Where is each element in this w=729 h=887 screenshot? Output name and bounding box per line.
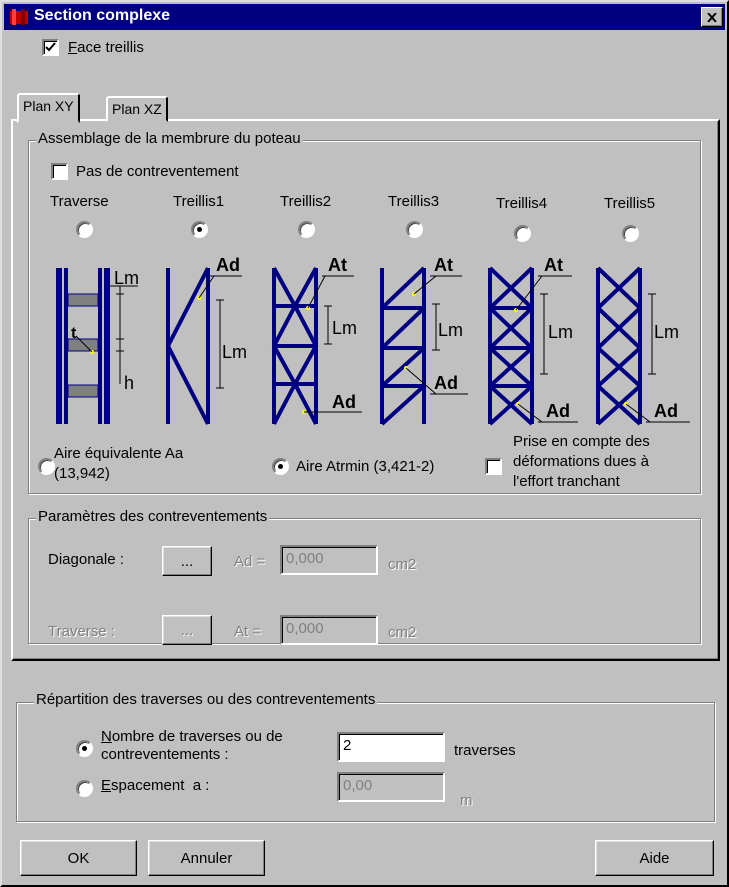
nombre-line1: Nombre de traverses ou de xyxy=(101,728,283,745)
annuler-button[interactable]: Annuler xyxy=(148,840,265,876)
radio-treillis4[interactable] xyxy=(514,225,531,242)
svg-text:Lm: Lm xyxy=(222,342,247,362)
radio-nombre[interactable] xyxy=(76,740,93,757)
traverse-browse-button[interactable]: ... xyxy=(162,615,212,645)
diagram-traverse: t Lm h xyxy=(56,268,139,424)
radio-treillis5[interactable] xyxy=(622,225,639,242)
nombre-field[interactable]: 2 xyxy=(337,732,445,762)
ad-label: Ad = xyxy=(234,553,266,570)
tab-plan-xy-label: Plan XY xyxy=(23,98,74,114)
parametres-legend: Paramètres des contreventements xyxy=(36,508,270,525)
diagonale-browse-label: ... xyxy=(180,552,194,570)
pas-contreventement-label: Pas de contreventement xyxy=(76,163,239,180)
svg-text:Lm: Lm xyxy=(548,322,573,342)
espacement-value: 0,00 xyxy=(343,777,373,794)
svg-text:t: t xyxy=(71,325,77,342)
tab-plan-xz[interactable]: Plan XZ xyxy=(106,96,168,122)
at-field[interactable]: 0,000 xyxy=(280,615,378,645)
assemblage-legend: Assemblage de la membrure du poteau xyxy=(36,130,303,147)
title-bar: Section complexe xyxy=(4,4,725,30)
radio-treillis1[interactable] xyxy=(191,221,208,238)
ok-label: OK xyxy=(67,849,90,867)
radio-treillis2[interactable] xyxy=(298,221,315,238)
check-icon xyxy=(45,42,56,52)
radio-dot xyxy=(82,746,87,751)
espacement-unit: m xyxy=(460,792,473,809)
type-label-treillis1: Treillis1 xyxy=(173,193,225,210)
diagonale-label: Diagonale : xyxy=(48,551,124,568)
aire-atrmin-label: Aire Atrmin (3,421-2) xyxy=(296,458,435,475)
svg-text:Ad: Ad xyxy=(332,392,356,412)
at-value: 0,000 xyxy=(286,620,324,637)
nombre-unit: traverses xyxy=(454,742,516,759)
radio-traverse[interactable] xyxy=(76,221,93,238)
svg-text:At: At xyxy=(544,255,563,275)
window-title: Section complexe xyxy=(34,7,171,24)
prise-line2: déformations dues à xyxy=(513,453,649,470)
radio-espacement[interactable] xyxy=(76,780,93,797)
svg-text:Lm: Lm xyxy=(438,320,463,340)
nombre-value: 2 xyxy=(343,737,352,754)
type-label-treillis5: Treillis5 xyxy=(604,195,656,212)
prise-en-compte-checkbox[interactable] xyxy=(485,458,502,475)
ad-unit: cm2 xyxy=(388,556,417,573)
diagram-treillis5 xyxy=(596,266,642,426)
svg-text:At: At xyxy=(434,255,453,275)
prise-line3: l'effort tranchant xyxy=(513,473,620,490)
aire-equivalente-line2: (13,942) xyxy=(54,465,110,482)
repartition-legend: Répartition des traverses ou des contrev… xyxy=(34,691,378,708)
nombre-line2: contreventements : xyxy=(101,746,229,763)
espacement-label: Espacement a : xyxy=(101,777,210,794)
bracing-diagrams: t Lm h Ad Lm At Lm Ad At Lm Ad At Lm Ad … xyxy=(56,255,690,426)
svg-text:Ad: Ad xyxy=(434,373,458,393)
prise-line1: Prise en compte des xyxy=(513,433,650,450)
aire-equivalente-line1: Aire équivalente Aa xyxy=(54,445,184,462)
tab-plan-xz-label: Plan XZ xyxy=(112,101,162,117)
face-treillis-checkbox[interactable] xyxy=(42,39,59,56)
annuler-label: Annuler xyxy=(180,849,233,867)
radio-aire-atrmin[interactable] xyxy=(272,458,289,475)
type-label-treillis4: Treillis4 xyxy=(496,195,548,212)
tab-plan-xy[interactable]: Plan XY xyxy=(17,93,80,123)
diagram-treillis2 xyxy=(271,267,319,425)
dialog-window: Section complexe Face treillis Plan XY P… xyxy=(0,0,729,887)
at-label: At = xyxy=(234,623,262,640)
diagram-treillis4 xyxy=(488,266,534,426)
traverse-browse-label: ... xyxy=(180,621,194,639)
aide-button[interactable]: Aide xyxy=(595,840,714,876)
type-label-treillis2: Treillis2 xyxy=(280,193,332,210)
ok-button[interactable]: OK xyxy=(20,840,137,876)
espacement-field[interactable]: 0,00 xyxy=(337,772,445,802)
close-icon xyxy=(707,12,717,22)
pas-contreventement-checkbox[interactable] xyxy=(51,163,68,180)
svg-text:Lm: Lm xyxy=(114,268,139,288)
type-label-traverse: Traverse xyxy=(50,193,109,210)
at-unit: cm2 xyxy=(388,624,417,641)
svg-text:Ad: Ad xyxy=(546,401,570,421)
aide-label: Aide xyxy=(639,849,670,867)
app-icon xyxy=(10,9,28,25)
radio-aire-equivalente[interactable] xyxy=(38,458,55,475)
svg-text:Ad: Ad xyxy=(216,255,240,275)
svg-text:Ad: Ad xyxy=(654,401,678,421)
close-button[interactable] xyxy=(701,7,723,27)
diagonale-browse-button[interactable]: ... xyxy=(162,546,212,576)
type-label-treillis3: Treillis3 xyxy=(388,193,440,210)
ad-value: 0,000 xyxy=(286,550,324,567)
svg-text:Lm: Lm xyxy=(654,322,679,342)
diagram-treillis1 xyxy=(165,267,210,425)
radio-treillis3[interactable] xyxy=(406,221,423,238)
radio-dot xyxy=(278,464,283,469)
traverse-param-label: Traverse : xyxy=(48,623,115,640)
svg-text:Lm: Lm xyxy=(332,318,357,338)
ad-field[interactable]: 0,000 xyxy=(280,545,378,575)
face-treillis-label: Face treillis xyxy=(68,39,144,56)
svg-text:h: h xyxy=(124,373,134,393)
svg-text:At: At xyxy=(328,255,347,275)
radio-dot xyxy=(197,227,202,232)
